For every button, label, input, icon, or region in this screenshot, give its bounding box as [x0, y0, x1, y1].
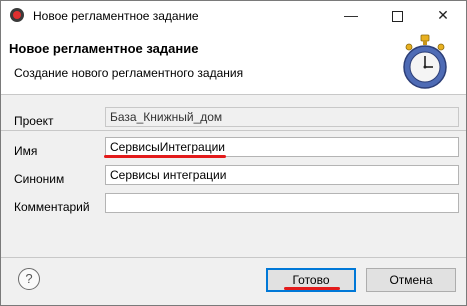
name-input[interactable]: СервисыИнтеграции [105, 137, 459, 157]
help-icon[interactable]: ? [18, 268, 40, 290]
separator [1, 130, 466, 131]
synonym-label: Синоним [14, 172, 65, 186]
maximize-icon [391, 10, 403, 22]
project-label: Проект [14, 114, 54, 128]
app-icon [10, 8, 24, 22]
dialog-window: Новое регламентное задание — ✕ Новое рег… [0, 0, 467, 306]
project-field: База_Книжный_дом [105, 107, 459, 127]
cancel-button[interactable]: Отмена [366, 268, 456, 292]
minimize-button[interactable]: — [328, 1, 374, 31]
header-title: Новое регламентное задание [9, 41, 199, 56]
comment-input[interactable] [105, 193, 459, 213]
name-label: Имя [14, 144, 38, 158]
finish-highlight-underline [284, 287, 340, 290]
comment-label: Комментарий [14, 200, 90, 214]
synonym-input[interactable]: Сервисы интеграции [105, 165, 459, 185]
maximize-button[interactable] [374, 1, 420, 31]
name-highlight-underline [104, 155, 226, 158]
stopwatch-icon [403, 34, 447, 89]
close-button[interactable]: ✕ [420, 1, 466, 31]
wizard-header: Новое регламентное задание Создание ново… [1, 31, 466, 95]
title-bar: Новое регламентное задание — ✕ [1, 1, 466, 31]
header-subtitle: Создание нового регламентного задания [14, 66, 244, 80]
footer-separator [1, 257, 466, 258]
window-title: Новое регламентное задание [33, 9, 199, 23]
